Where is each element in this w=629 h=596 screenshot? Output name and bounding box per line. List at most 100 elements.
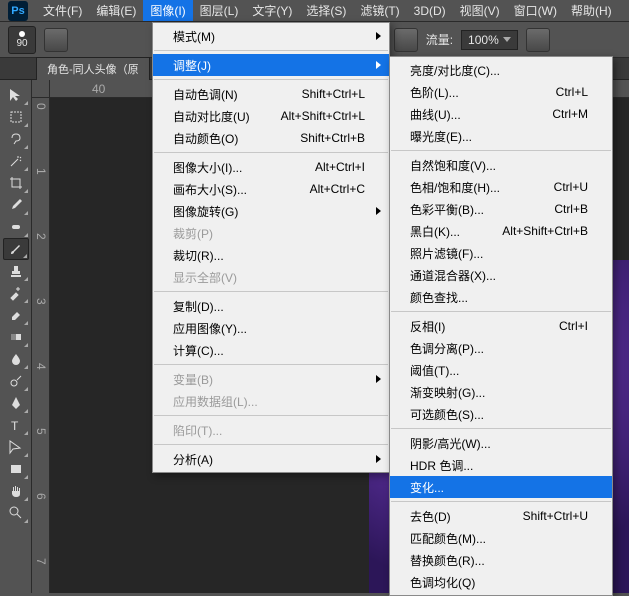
- menu-adjust-item[interactable]: 去色(D)Shift+Ctrl+U: [390, 505, 612, 527]
- menu-item-label: 曝光度(E)...: [410, 128, 472, 145]
- menu-image-item[interactable]: 模式(M): [153, 25, 389, 47]
- menu-separator: [154, 415, 388, 416]
- tool-stamp[interactable]: [3, 260, 29, 282]
- menu-image-item[interactable]: 图像旋转(G): [153, 200, 389, 222]
- menu-image-item[interactable]: 裁切(R)...: [153, 244, 389, 266]
- menu-adjust-item[interactable]: 反相(I)Ctrl+I: [390, 315, 612, 337]
- menu-adjust-item[interactable]: 色相/饱和度(H)... Ctrl+U: [390, 176, 612, 198]
- tool-eyedropper[interactable]: [3, 194, 29, 216]
- menu-adjust-item[interactable]: 色彩平衡(B)...Ctrl+B: [390, 198, 612, 220]
- tool-gradient[interactable]: [3, 326, 29, 348]
- menu-shortcut: Alt+Ctrl+I: [299, 160, 365, 174]
- menu-adjust-item[interactable]: 可选颜色(S)...: [390, 403, 612, 425]
- ps-logo[interactable]: Ps: [8, 1, 28, 21]
- menu-adjust-item[interactable]: 匹配颜色(M)...: [390, 527, 612, 549]
- menu-item-label: 变化...: [410, 479, 444, 496]
- menu-item-label: 色相/饱和度(H)...: [410, 179, 500, 196]
- menu-item-label: 曲线(U)...: [410, 106, 461, 123]
- menu-type[interactable]: 文字(Y): [245, 0, 299, 21]
- menu-shortcut: Ctrl+L: [540, 85, 588, 99]
- menu-image-item: 裁剪(P): [153, 222, 389, 244]
- menu-item-label: 照片滤镜(F)...: [410, 245, 483, 262]
- tool-marquee[interactable]: [3, 106, 29, 128]
- menu-adjust-item[interactable]: 阴影/高光(W)...: [390, 432, 612, 454]
- menu-adjust-item[interactable]: 渐变映射(G)...: [390, 381, 612, 403]
- menu-adjust-item[interactable]: 曲线(U)...Ctrl+M: [390, 103, 612, 125]
- tool-hand[interactable]: [3, 480, 29, 502]
- menu-adjust-item[interactable]: 颜色查找...: [390, 286, 612, 308]
- menu-adjust-item[interactable]: 色调分离(P)...: [390, 337, 612, 359]
- tool-dodge[interactable]: [3, 370, 29, 392]
- menu-shortcut: Ctrl+U: [538, 180, 588, 194]
- menu-item-label: 色调均化(Q): [410, 574, 475, 591]
- menu-adjust-item[interactable]: 变化...: [390, 476, 612, 498]
- brush-preset[interactable]: 90: [8, 26, 36, 54]
- menu-image-item[interactable]: 应用图像(Y)...: [153, 317, 389, 339]
- menu-3d[interactable]: 3D(D): [407, 2, 453, 20]
- menu-separator: [391, 428, 611, 429]
- pressure-opacity-toggle[interactable]: [394, 28, 418, 52]
- menu-select[interactable]: 选择(S): [299, 0, 353, 21]
- flow-value[interactable]: 100%: [461, 30, 518, 50]
- menu-image-item[interactable]: 自动色调(N)Shift+Ctrl+L: [153, 83, 389, 105]
- tool-blur[interactable]: [3, 348, 29, 370]
- menu-image-item[interactable]: 图像大小(I)...Alt+Ctrl+I: [153, 156, 389, 178]
- menu-edit[interactable]: 编辑(E): [89, 0, 143, 21]
- tool-brush[interactable]: [3, 238, 29, 260]
- tool-crop[interactable]: [3, 172, 29, 194]
- menu-help[interactable]: 帮助(H): [564, 0, 619, 21]
- menu-item-label: 色彩平衡(B)...: [410, 201, 484, 218]
- menu-filter[interactable]: 滤镜(T): [353, 0, 406, 21]
- chevron-down-icon: [503, 37, 511, 42]
- menu-adjust-item[interactable]: 黑白(K)...Alt+Shift+Ctrl+B: [390, 220, 612, 242]
- tool-path[interactable]: [3, 436, 29, 458]
- menu-adjust-item[interactable]: 色调均化(Q): [390, 571, 612, 593]
- menu-item-label: 阈值(T)...: [410, 362, 459, 379]
- tool-type[interactable]: T: [3, 414, 29, 436]
- tool-pen[interactable]: [3, 392, 29, 414]
- menu-image-item[interactable]: 计算(C)...: [153, 339, 389, 361]
- menu-adjust-item[interactable]: 通道混合器(X)...: [390, 264, 612, 286]
- tool-rect[interactable]: [3, 458, 29, 480]
- doc-tab[interactable]: 角色-同人头像（原: [36, 57, 150, 80]
- menu-image-item[interactable]: 复制(D)...: [153, 295, 389, 317]
- menu-layer[interactable]: 图层(L): [193, 0, 246, 21]
- menu-adjust-item[interactable]: 自然饱和度(V)...: [390, 154, 612, 176]
- menu-image-item[interactable]: 调整(J): [153, 54, 389, 76]
- menu-adjust-item[interactable]: 亮度/对比度(C)...: [390, 59, 612, 81]
- submenu-arrow-icon: [376, 207, 381, 215]
- flow-label: 流量:: [426, 31, 453, 48]
- menu-view[interactable]: 视图(V): [453, 0, 507, 21]
- airbrush-toggle[interactable]: [526, 28, 550, 52]
- menu-item-label: 分析(A): [173, 451, 213, 468]
- tool-wand[interactable]: [3, 150, 29, 172]
- menu-adjust-item[interactable]: 照片滤镜(F)...: [390, 242, 612, 264]
- menu-adjust-item[interactable]: HDR 色调...: [390, 454, 612, 476]
- menu-image-item[interactable]: 自动对比度(U)Alt+Shift+Ctrl+L: [153, 105, 389, 127]
- menu-separator: [391, 501, 611, 502]
- menu-item-label: 变量(B): [173, 371, 213, 388]
- menu-image-item[interactable]: 画布大小(S)...Alt+Ctrl+C: [153, 178, 389, 200]
- tool-heal[interactable]: [3, 216, 29, 238]
- tool-move[interactable]: [3, 84, 29, 106]
- menu-adjust-item[interactable]: 替换颜色(R)...: [390, 549, 612, 571]
- flow-pct: 100%: [468, 33, 499, 47]
- menu-adjust-item[interactable]: 阈值(T)...: [390, 359, 612, 381]
- menu-item-label: 色调分离(P)...: [410, 340, 484, 357]
- menu-file[interactable]: 文件(F): [36, 0, 89, 21]
- menu-window[interactable]: 窗口(W): [507, 0, 564, 21]
- tool-zoom[interactable]: [3, 502, 29, 524]
- tool-eraser[interactable]: [3, 304, 29, 326]
- menu-image-item[interactable]: 自动颜色(O)Shift+Ctrl+B: [153, 127, 389, 149]
- menu-adjust-item[interactable]: 色阶(L)...Ctrl+L: [390, 81, 612, 103]
- menu-image-item[interactable]: 分析(A): [153, 448, 389, 470]
- menu-separator: [391, 150, 611, 151]
- menu-item-label: 匹配颜色(M)...: [410, 530, 486, 547]
- menu-image[interactable]: 图像(I): [143, 0, 192, 21]
- menu-item-label: 调整(J): [173, 57, 211, 74]
- menu-adjust-item[interactable]: 曝光度(E)...: [390, 125, 612, 147]
- menu-item-label: 模式(M): [173, 28, 215, 45]
- tool-history[interactable]: [3, 282, 29, 304]
- tool-lasso[interactable]: [3, 128, 29, 150]
- brush-panel-toggle[interactable]: [44, 28, 68, 52]
